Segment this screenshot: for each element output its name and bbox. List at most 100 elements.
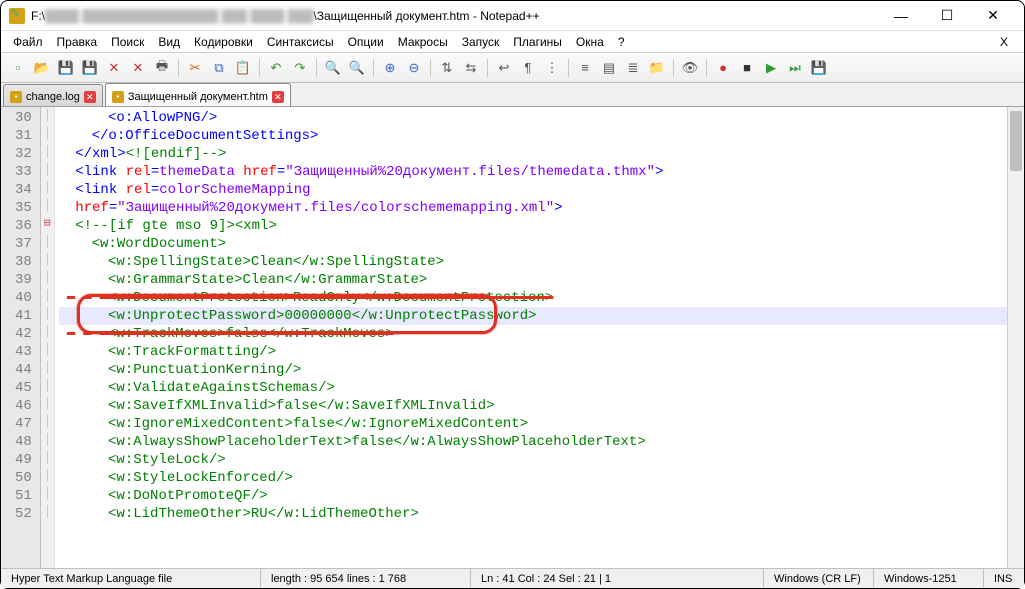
open-icon[interactable]: 📂	[31, 57, 53, 79]
redo-icon[interactable]: ↷	[289, 57, 311, 79]
statusbar: Hyper Text Markup Language file length :…	[1, 568, 1024, 588]
sync-v-icon[interactable]: ⇅	[436, 57, 458, 79]
status-eol[interactable]: Windows (CR LF)	[764, 569, 874, 588]
tab-label: change.log	[26, 91, 80, 103]
close-icon[interactable]: ✕	[103, 57, 125, 79]
menu-окна[interactable]: Окна	[570, 33, 610, 51]
copy-icon[interactable]: ⧉	[208, 57, 230, 79]
code-line[interactable]: href="Защищенный%20документ.files/colors…	[59, 199, 1020, 217]
sync-h-icon[interactable]: ⇆	[460, 57, 482, 79]
menu-правка[interactable]: Правка	[51, 33, 104, 51]
paste-icon[interactable]: 📋	[232, 57, 254, 79]
app-window: F:\████ ████████████████ ███ ████ ███\За…	[0, 0, 1025, 589]
menu-кодировки[interactable]: Кодировки	[188, 33, 259, 51]
minimize-button[interactable]: —	[878, 1, 924, 31]
status-pos: Ln : 41 Col : 24 Sel : 21 | 1	[471, 569, 764, 588]
func-list-icon[interactable]: ≣	[622, 57, 644, 79]
code-line[interactable]: <w:LidThemeOther>RU</w:LidThemeOther>	[59, 505, 1020, 523]
code-line[interactable]: </xml><![endif]-->	[59, 145, 1020, 163]
toolbar-separator	[673, 59, 674, 77]
tab-close-icon[interactable]: ✕	[272, 91, 284, 103]
code-line[interactable]: <w:PunctuationKerning/>	[59, 361, 1020, 379]
toolbar-separator	[373, 59, 374, 77]
code-line[interactable]: <w:StyleLockEnforced/>	[59, 469, 1020, 487]
code-line[interactable]: <w:TrackFormatting/>	[59, 343, 1020, 361]
close-button[interactable]: ✕	[970, 1, 1016, 31]
code-line[interactable]: <w:StyleLock/>	[59, 451, 1020, 469]
doc-map-icon[interactable]: ▤	[598, 57, 620, 79]
scrollbar-thumb[interactable]	[1010, 111, 1022, 171]
tab-inactive[interactable]: ▪ change.log ✕	[3, 84, 103, 106]
code-line[interactable]: <w:SpellingState>Clean</w:SpellingState>	[59, 253, 1020, 271]
window-controls: — ☐ ✕	[878, 1, 1016, 31]
find-icon[interactable]: 🔍	[322, 57, 344, 79]
print-icon[interactable]: 🖶	[151, 57, 173, 79]
app-icon	[9, 8, 25, 24]
menu-макросы[interactable]: Макросы	[392, 33, 454, 51]
save-icon[interactable]: 💾	[55, 57, 77, 79]
menu-вид[interactable]: Вид	[152, 33, 186, 51]
menu-плагины[interactable]: Плагины	[507, 33, 568, 51]
menu-поиск[interactable]: Поиск	[105, 33, 150, 51]
zoom-in-icon[interactable]: ⊕	[379, 57, 401, 79]
save-macro-icon[interactable]: 💾	[808, 57, 830, 79]
toolbar-separator	[487, 59, 488, 77]
play-multi-icon[interactable]: ⏭	[784, 57, 806, 79]
code-line[interactable]: <w:TrackMoves>false</w:TrackMoves>	[59, 325, 1020, 343]
scrollbar-vertical[interactable]	[1007, 107, 1024, 568]
menu-запуск[interactable]: Запуск	[456, 33, 506, 51]
code-area[interactable]: <o:AllowPNG/> </o:OfficeDocumentSettings…	[55, 107, 1024, 568]
stop-icon[interactable]: ■	[736, 57, 758, 79]
tab-label: Защищенный документ.htm	[128, 91, 268, 103]
close-all-icon[interactable]: ✕	[127, 57, 149, 79]
menu-close-doc[interactable]: X	[994, 33, 1014, 51]
zoom-out-icon[interactable]: ⊖	[403, 57, 425, 79]
code-line[interactable]: <link rel=colorSchemeMapping	[59, 181, 1020, 199]
status-mode[interactable]: INS	[984, 569, 1024, 588]
menu-синтаксисы[interactable]: Синтаксисы	[261, 33, 340, 51]
menu-файл[interactable]: Файл	[7, 33, 49, 51]
all-chars-icon[interactable]: ¶	[517, 57, 539, 79]
record-icon[interactable]: ●	[712, 57, 734, 79]
status-encoding[interactable]: Windows-1251	[874, 569, 984, 588]
code-line[interactable]: <w:GrammarState>Clean</w:GrammarState>	[59, 271, 1020, 289]
fold-column[interactable]: ││││││⊟││││││││││││││││	[41, 107, 55, 568]
menu-опции[interactable]: Опции	[342, 33, 390, 51]
code-line[interactable]: <w:UnprotectPassword>00000000</w:Unprote…	[59, 307, 1020, 325]
code-line[interactable]: <!--[if gte mso 9]><xml>	[59, 217, 1020, 235]
tabbar: ▪ change.log ✕ ▪ Защищенный документ.htm ✕	[1, 83, 1024, 107]
code-line[interactable]: </o:OfficeDocumentSettings>	[59, 127, 1020, 145]
code-line[interactable]: <w:WordDocument>	[59, 235, 1020, 253]
undo-icon[interactable]: ↶	[265, 57, 287, 79]
code-line[interactable]: <link rel=themeData href="Защищенный%20д…	[59, 163, 1020, 181]
menu-?[interactable]: ?	[612, 33, 631, 51]
play-icon[interactable]: ▶	[760, 57, 782, 79]
file-icon: ▪	[112, 91, 124, 103]
toolbar-separator	[568, 59, 569, 77]
code-line[interactable]: <w:SaveIfXMLInvalid>false</w:SaveIfXMLIn…	[59, 397, 1020, 415]
editor[interactable]: 3031323334353637383940414243444546474849…	[1, 107, 1024, 568]
code-line[interactable]: <o:AllowPNG/>	[59, 109, 1020, 127]
toolbar: ▫📂💾💾✕✕🖶✂⧉📋↶↷🔍🔍⊕⊖⇅⇆↩¶⋮≡▤≣📁👁●■▶⏭💾	[1, 53, 1024, 83]
code-line[interactable]: <w:DocumentProtection>ReadOnly</w:Docume…	[59, 289, 1020, 307]
code-line[interactable]: <w:AlwaysShowPlaceholderText>false</w:Al…	[59, 433, 1020, 451]
code-line[interactable]: <w:DoNotPromoteQF/>	[59, 487, 1020, 505]
indent-guide-icon[interactable]: ⋮	[541, 57, 563, 79]
lang-icon[interactable]: ≡	[574, 57, 596, 79]
titlebar[interactable]: F:\████ ████████████████ ███ ████ ███\За…	[1, 1, 1024, 31]
new-icon[interactable]: ▫	[7, 57, 29, 79]
cut-icon[interactable]: ✂	[184, 57, 206, 79]
replace-icon[interactable]: 🔍	[346, 57, 368, 79]
file-icon: ▪	[10, 91, 22, 103]
tab-close-icon[interactable]: ✕	[84, 91, 96, 103]
wordwrap-icon[interactable]: ↩	[493, 57, 515, 79]
code-line[interactable]: <w:ValidateAgainstSchemas/>	[59, 379, 1020, 397]
monitor-icon[interactable]: 👁	[679, 57, 701, 79]
code-line[interactable]: <w:IgnoreMixedContent>false</w:IgnoreMix…	[59, 415, 1020, 433]
status-length: length : 95 654 lines : 1 768	[261, 569, 471, 588]
line-numbers: 3031323334353637383940414243444546474849…	[1, 107, 41, 568]
save-all-icon[interactable]: 💾	[79, 57, 101, 79]
maximize-button[interactable]: ☐	[924, 1, 970, 31]
tab-active[interactable]: ▪ Защищенный документ.htm ✕	[105, 83, 291, 106]
folder-icon[interactable]: 📁	[646, 57, 668, 79]
